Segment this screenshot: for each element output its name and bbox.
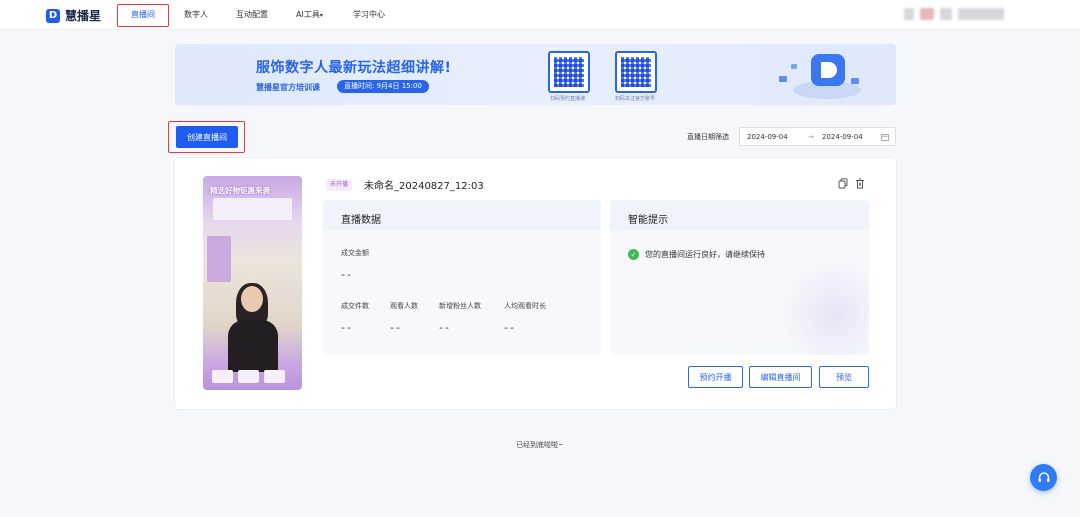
caret-down-icon: ▾ bbox=[319, 12, 323, 19]
copy-icon[interactable] bbox=[838, 178, 848, 189]
thumb-product-panel bbox=[213, 198, 292, 220]
schedule-live-button[interactable]: 预约开播 bbox=[688, 366, 743, 388]
headset-icon bbox=[1038, 471, 1049, 482]
nav-item-ai-tools-label: AI工具 bbox=[296, 10, 320, 19]
user-area[interactable] bbox=[904, 8, 1004, 20]
thumb-side-panel bbox=[207, 236, 231, 282]
qr-code-icon bbox=[548, 51, 590, 93]
nav-item-digital-human[interactable]: 数字人 bbox=[184, 0, 208, 30]
qr-code-icon bbox=[615, 51, 657, 93]
live-data-panel: 直播数据 成交金额 -- 成交件数 -- 观看人数 -- 新增粉丝人数 -- 人… bbox=[323, 200, 601, 355]
orders-label: 成交件数 bbox=[341, 302, 369, 310]
user-name-blurred bbox=[958, 8, 1004, 20]
qr-caption-2: 扫码关注官方账号 bbox=[615, 96, 656, 102]
avg-watch-time-value: -- bbox=[504, 321, 516, 334]
thumb-chip bbox=[212, 370, 233, 383]
nav-item-learning-center[interactable]: 学习中心 bbox=[353, 0, 385, 30]
preview-button[interactable]: 预览 bbox=[819, 366, 869, 388]
room-name: 未命名_20240827_12:03 bbox=[364, 181, 484, 192]
tips-decoration bbox=[780, 260, 869, 355]
top-nav-bar: D 慧播星 直播间 数字人 互动配置 AI工具▾ 学习中心 bbox=[0, 0, 1080, 30]
date-filter-label: 直播日期筛选 bbox=[687, 133, 729, 141]
customer-service-button[interactable] bbox=[1030, 464, 1057, 491]
status-badge: 未开播 bbox=[326, 179, 353, 191]
user-blur-1 bbox=[904, 8, 914, 20]
promo-banner[interactable]: 服饰数字人最新玩法超细讲解! 慧播星官方培训课 直播时间: 9月4日 15:00… bbox=[175, 44, 896, 105]
edit-live-room-button[interactable]: 编辑直播间 bbox=[749, 366, 812, 388]
delete-icon[interactable] bbox=[855, 178, 865, 189]
avatar bbox=[920, 8, 934, 20]
presenter-image bbox=[225, 283, 281, 372]
thumb-title: 精选好物钜惠来袭 bbox=[210, 186, 270, 195]
tip-item: ✓ 您的直播间运行良好，请继续保持 bbox=[628, 249, 765, 260]
thumb-chip bbox=[238, 370, 259, 383]
nav-item-ai-tools[interactable]: AI工具▾ bbox=[296, 0, 323, 30]
orders-value: -- bbox=[341, 321, 353, 334]
fans-value: -- bbox=[439, 321, 451, 334]
banner-live-time: 直播时间: 9月4日 15:00 bbox=[337, 80, 429, 93]
smart-tips-panel: 智能提示 bbox=[610, 200, 869, 355]
logo-icon: D bbox=[46, 8, 60, 23]
create-live-room-button[interactable]: 创建直播间 bbox=[176, 126, 238, 148]
date-end[interactable]: 2024-09-04 bbox=[822, 133, 863, 141]
user-blur-2 bbox=[940, 8, 952, 20]
nav-item-live-room[interactable]: 直播间 bbox=[131, 0, 155, 30]
fans-label: 新增粉丝人数 bbox=[439, 302, 481, 310]
app-name: 慧播星 bbox=[65, 9, 102, 23]
live-room-thumbnail[interactable]: 精选好物钜惠来袭 bbox=[203, 176, 302, 390]
gmv-value: -- bbox=[341, 268, 353, 281]
date-start[interactable]: 2024-09-04 bbox=[747, 133, 788, 141]
banner-subtitle: 慧播星官方培训课 bbox=[256, 83, 320, 92]
app-logo[interactable]: D 慧播星 bbox=[46, 7, 101, 24]
banner-title: 服饰数字人最新玩法超细讲解! bbox=[256, 60, 452, 76]
thumb-chip bbox=[264, 370, 285, 383]
smart-tips-title: 智能提示 bbox=[628, 215, 668, 226]
nav-item-interaction[interactable]: 互动配置 bbox=[236, 0, 268, 30]
qr-caption-1: 扫码预约直播课 bbox=[550, 96, 586, 102]
avg-watch-time-label: 人均观看时长 bbox=[504, 302, 546, 310]
viewers-value: -- bbox=[390, 321, 402, 334]
gmv-label: 成交金额 bbox=[341, 249, 369, 257]
live-data-title: 直播数据 bbox=[341, 215, 381, 226]
tip-text: 您的直播间运行良好，请继续保持 bbox=[645, 250, 765, 259]
viewers-label: 观看人数 bbox=[390, 302, 418, 310]
calendar-icon bbox=[881, 134, 889, 141]
check-circle-icon: ✓ bbox=[628, 249, 639, 260]
banner-3d-logo-icon bbox=[779, 54, 861, 99]
date-separator: → bbox=[808, 133, 814, 141]
date-range-picker[interactable]: 2024-09-04 → 2024-09-04 bbox=[739, 127, 896, 146]
end-of-list-note: 已经到底啦啦~ bbox=[516, 441, 564, 449]
